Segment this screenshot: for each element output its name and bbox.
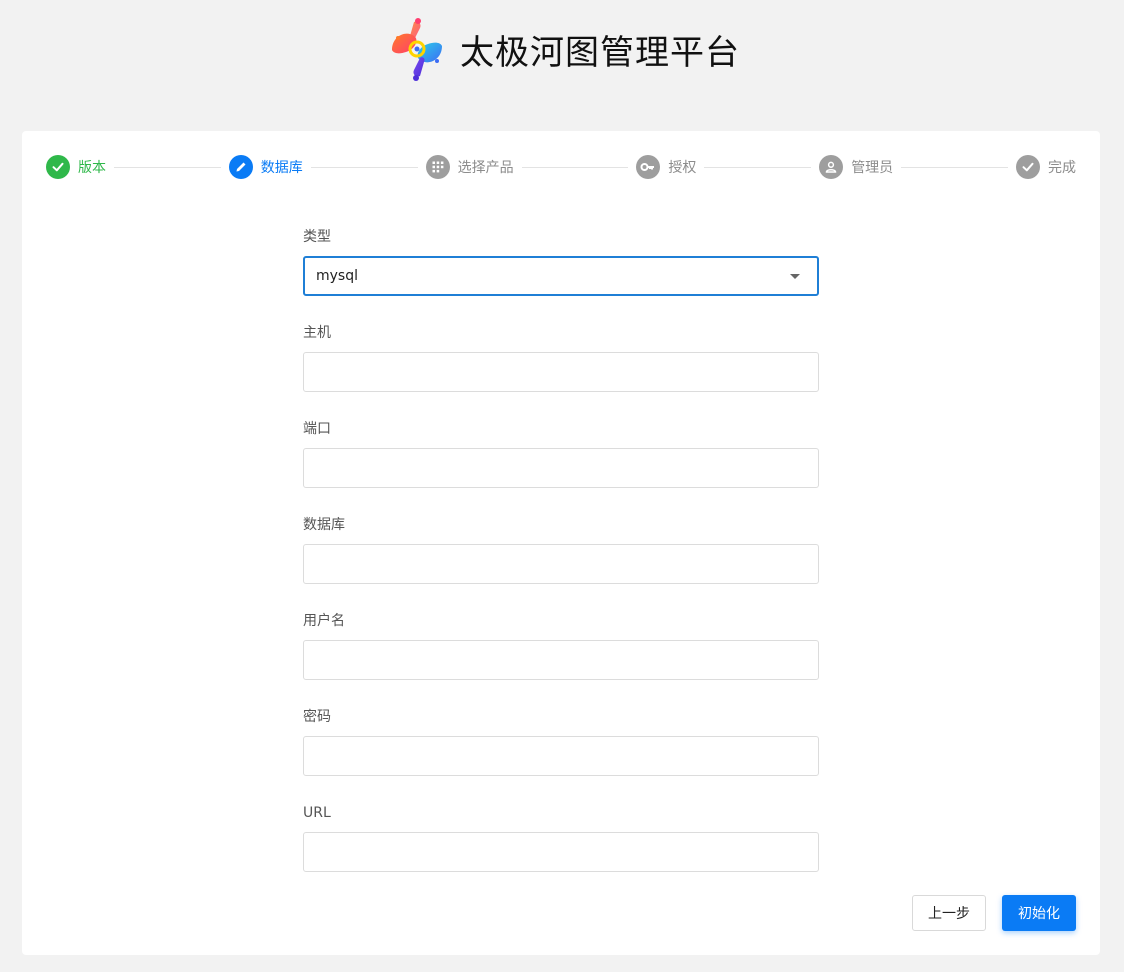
prev-step-button[interactable]: 上一步 [912, 895, 986, 931]
step-label: 数据库 [260, 160, 303, 176]
header: 太极河图管理平台 [0, 0, 1124, 100]
url-label: URL [303, 805, 331, 821]
step-database[interactable]: 数据库 [228, 155, 303, 179]
stepper: 版本 数据库 选择产品 授权 管理员 完成 [46, 155, 1076, 179]
step-circle [46, 155, 70, 179]
database-form: 类型 mysql 主机 端口 数据库 用户名 密码 URL [303, 227, 819, 899]
grid-icon [432, 161, 443, 173]
taiji-logo-icon [392, 18, 442, 81]
type-label: 类型 [303, 229, 331, 245]
step-connector [521, 166, 629, 168]
step-license[interactable]: 授权 [636, 155, 696, 179]
initialize-button[interactable]: 初始化 [1002, 895, 1076, 931]
step-label: 管理员 [851, 160, 894, 176]
setup-card: 版本 数据库 选择产品 授权 管理员 完成 类型 mysql 主机 端口 数据库… [22, 131, 1100, 955]
field-url: URL [303, 803, 819, 899]
step-connector [901, 166, 1008, 168]
type-select-value: mysql [316, 268, 358, 284]
url-input[interactable] [303, 832, 819, 872]
step-label: 版本 [78, 160, 106, 176]
port-input[interactable] [303, 448, 819, 488]
field-username: 用户名 [303, 611, 819, 707]
username-input[interactable] [303, 640, 819, 680]
user-icon [825, 161, 837, 173]
step-circle [1015, 155, 1040, 179]
host-label: 主机 [303, 325, 331, 341]
type-select[interactable]: mysql [303, 256, 819, 296]
step-label: 选择产品 [457, 160, 514, 176]
host-input[interactable] [303, 352, 819, 392]
field-database: 数据库 [303, 515, 819, 611]
caret-down-icon [790, 273, 800, 279]
step-connector [310, 166, 418, 168]
step-connector [114, 166, 221, 168]
key-icon [640, 163, 655, 171]
database-input[interactable] [303, 544, 819, 584]
check-icon [1022, 162, 1034, 172]
step-version[interactable]: 版本 [46, 155, 106, 179]
check-icon [52, 162, 64, 172]
step-label: 授权 [668, 160, 697, 176]
password-input[interactable] [303, 736, 819, 776]
step-circle [228, 155, 253, 179]
step-label: 完成 [1047, 160, 1076, 176]
password-label: 密码 [303, 709, 331, 725]
field-type: 类型 mysql [303, 227, 819, 323]
field-port: 端口 [303, 419, 819, 515]
brand: 太极河图管理平台 [384, 16, 740, 82]
port-label: 端口 [303, 421, 331, 437]
page-title: 太极河图管理平台 [460, 32, 740, 73]
step-admin[interactable]: 管理员 [819, 155, 893, 179]
field-host: 主机 [303, 323, 819, 419]
database-label: 数据库 [303, 517, 345, 533]
username-label: 用户名 [303, 613, 345, 629]
step-select-product[interactable]: 选择产品 [425, 155, 514, 179]
step-done[interactable]: 完成 [1015, 155, 1076, 179]
step-circle [425, 155, 450, 179]
field-password: 密码 [303, 707, 819, 803]
step-connector [704, 166, 812, 168]
pencil-icon [236, 162, 246, 172]
step-circle [819, 155, 844, 179]
step-circle [636, 155, 661, 179]
